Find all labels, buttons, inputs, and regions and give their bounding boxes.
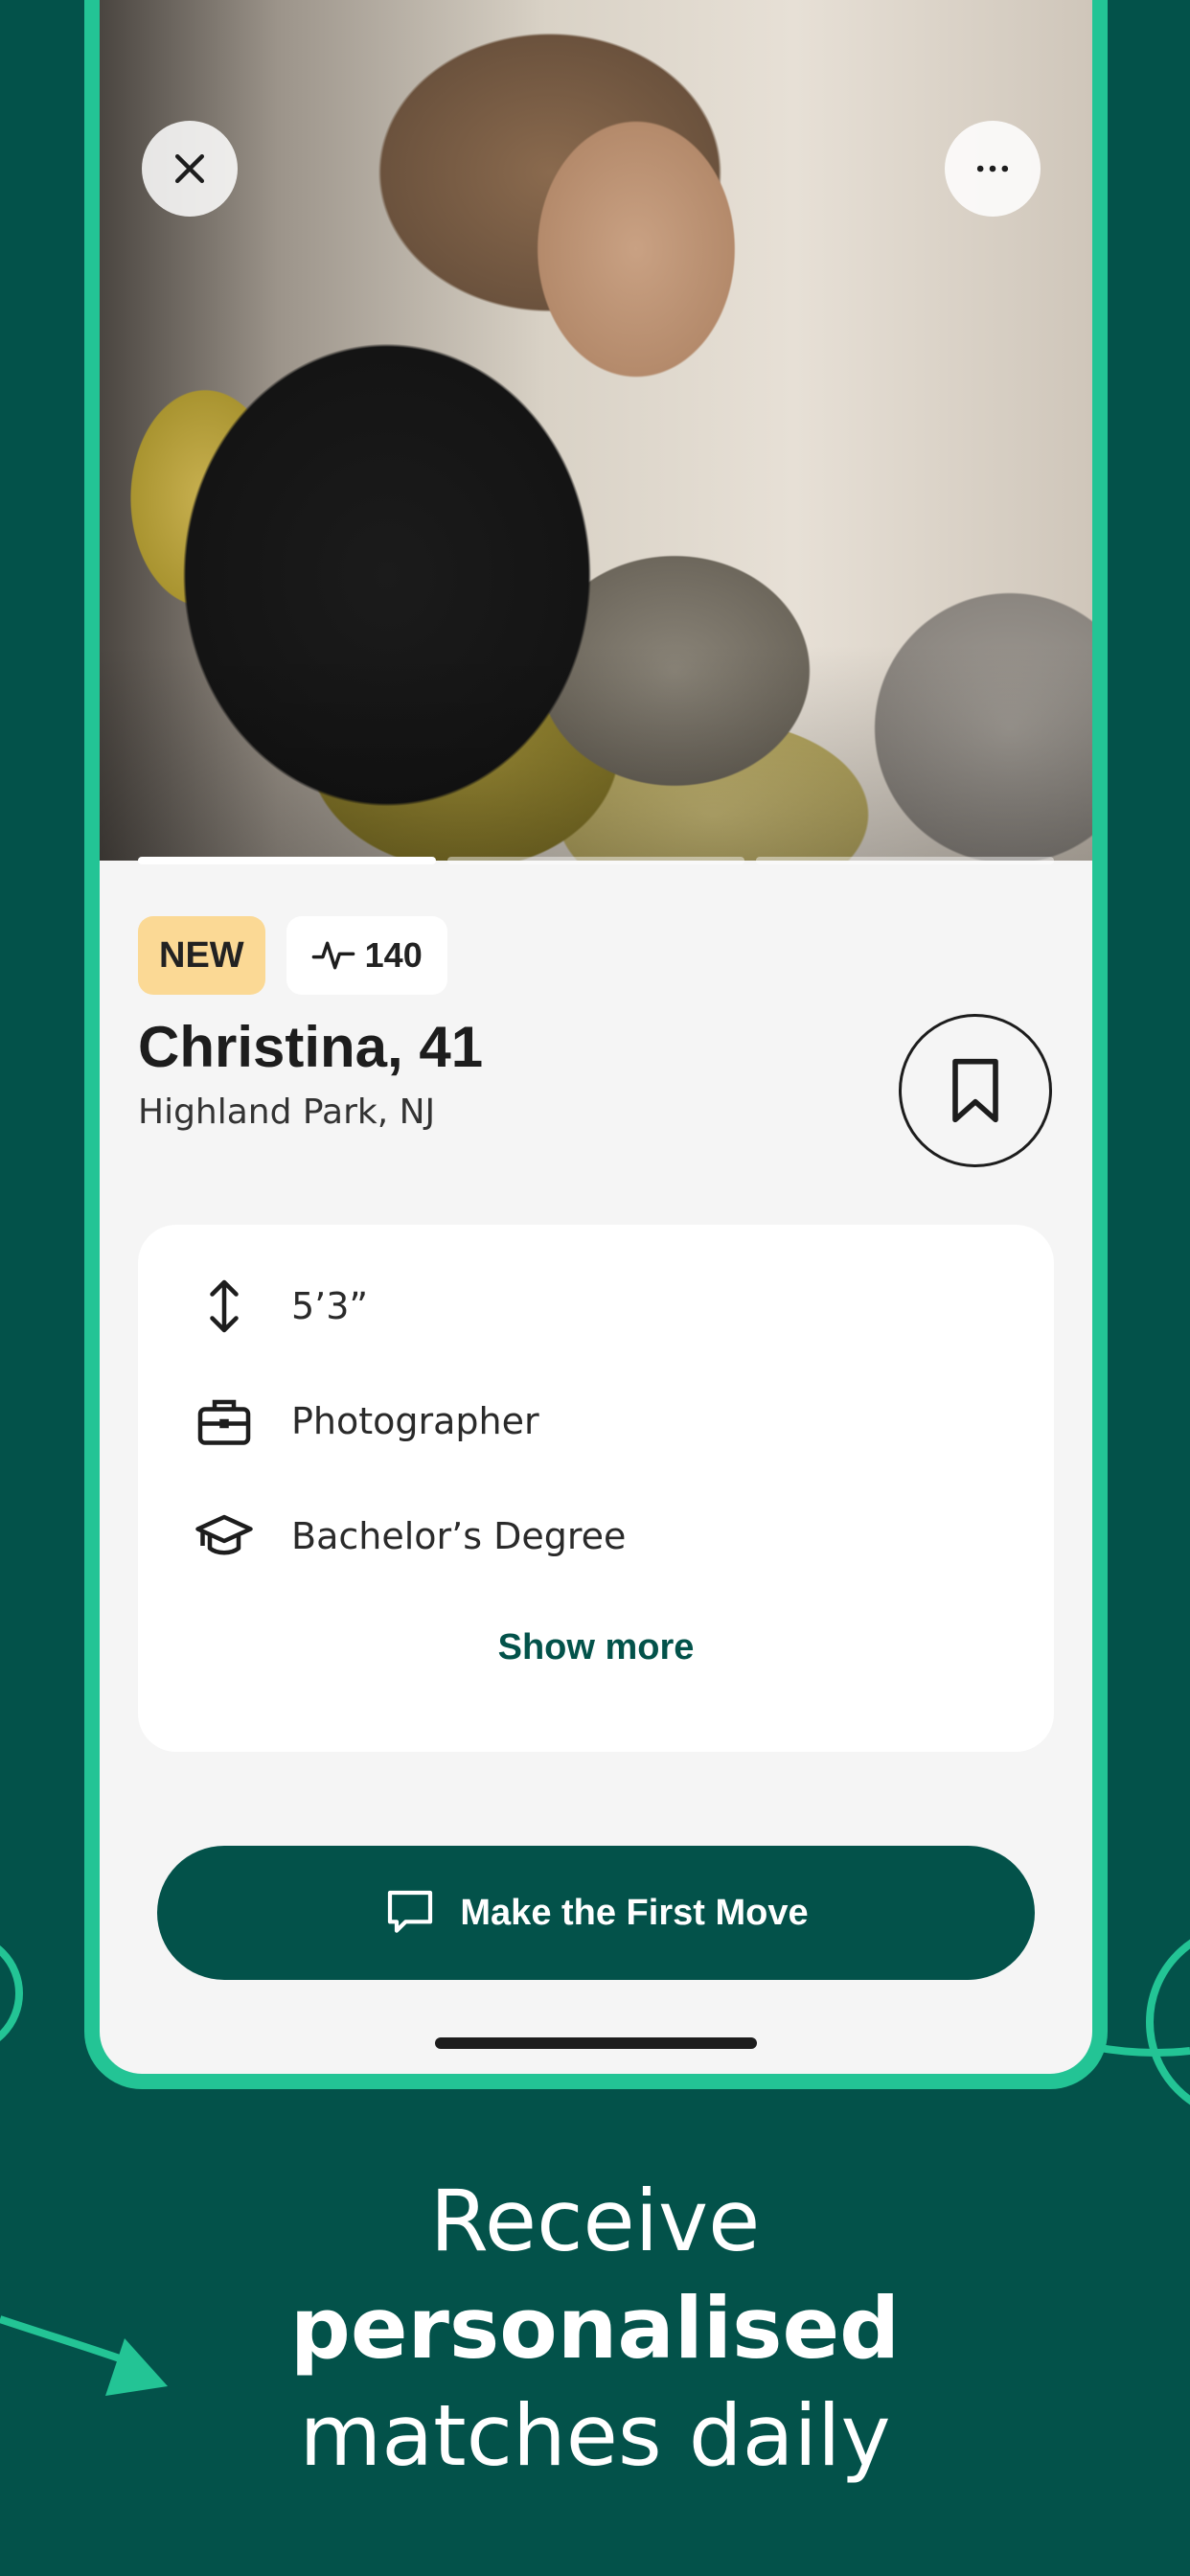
profile-screen: NEW 140 Christina, 41 Highland Park, NJ bbox=[100, 0, 1092, 2074]
make-first-move-button[interactable]: Make the First Move bbox=[157, 1846, 1035, 1980]
phone-frame: NEW 140 Christina, 41 Highland Park, NJ bbox=[84, 0, 1108, 2089]
activity-score: 140 bbox=[364, 935, 423, 975]
close-button[interactable] bbox=[142, 121, 238, 217]
chat-bubble-icon bbox=[388, 1890, 433, 1933]
detail-education: Bachelor’s Degree bbox=[195, 1503, 626, 1570]
more-options-button[interactable] bbox=[945, 121, 1041, 217]
profile-photo[interactable] bbox=[100, 0, 1092, 864]
bookmark-icon bbox=[952, 1058, 998, 1123]
detail-job: Photographer bbox=[195, 1388, 539, 1455]
promo-tagline: Receive personalised matches daily bbox=[0, 2168, 1190, 2490]
graduation-cap-icon bbox=[195, 1514, 253, 1555]
photo-progress-segment[interactable] bbox=[446, 857, 745, 864]
bookmark-button[interactable] bbox=[899, 1014, 1052, 1167]
more-icon bbox=[976, 165, 1009, 172]
photo-shade bbox=[100, 0, 1092, 861]
profile-location: Highland Park, NJ bbox=[138, 1092, 436, 1132]
new-badge: NEW bbox=[138, 916, 265, 995]
activity-score-badge: 140 bbox=[286, 916, 447, 995]
education-value: Bachelor’s Degree bbox=[291, 1515, 627, 1557]
close-icon bbox=[174, 153, 205, 184]
activity-icon bbox=[311, 941, 355, 970]
details-card: 5’3” Photographer Bachelor’s Degree Show… bbox=[138, 1225, 1054, 1752]
photo-progress-segment[interactable] bbox=[138, 857, 436, 864]
height-arrows-icon bbox=[210, 1279, 239, 1333]
badges-row: NEW 140 bbox=[138, 916, 447, 995]
photo-progress bbox=[138, 857, 1055, 864]
briefcase-icon bbox=[197, 1399, 251, 1445]
make-first-move-label: Make the First Move bbox=[460, 1892, 809, 1933]
tagline-line-1: Receive bbox=[429, 2172, 761, 2270]
height-value: 5’3” bbox=[291, 1285, 369, 1327]
photo-progress-segment[interactable] bbox=[756, 857, 1055, 864]
detail-height: 5’3” bbox=[195, 1273, 368, 1340]
profile-name-age: Christina, 41 bbox=[138, 1015, 484, 1079]
job-value: Photographer bbox=[291, 1400, 539, 1442]
home-indicator[interactable] bbox=[435, 2037, 757, 2049]
tagline-line-3: matches daily bbox=[299, 2386, 891, 2485]
tagline-line-2: personalised bbox=[289, 2279, 901, 2378]
show-more-button[interactable]: Show more bbox=[138, 1627, 1054, 1668]
